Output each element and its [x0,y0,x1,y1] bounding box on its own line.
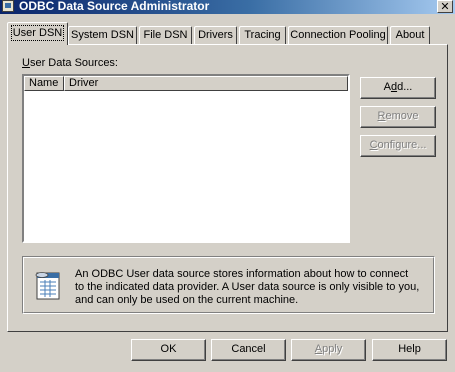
tab-label: About [395,29,425,41]
window-title: ODBC Data Source Administrator [19,0,210,13]
tab-strip: User DSN System DSN File DSN Drivers Tra… [6,22,446,46]
cancel-button[interactable]: Cancel [211,339,286,361]
tab-label: User DSN [10,25,65,41]
help-button[interactable]: Help [372,339,447,361]
user-data-sources-label: User Data Sources: [22,57,118,69]
list-header: Name Driver [24,76,348,91]
title-bar[interactable]: ODBC Data Source Administrator ✕ [0,0,455,14]
tab-label: Connection Pooling [290,29,386,41]
tab-user-dsn[interactable]: User DSN [7,22,68,45]
tab-drivers[interactable]: Drivers [194,26,237,44]
info-groupbox: An ODBC User data source stores informat… [22,256,435,314]
tab-about[interactable]: About [390,26,430,44]
tab-connection-pooling[interactable]: Connection Pooling [288,26,388,44]
column-header-driver[interactable]: Driver [64,76,348,91]
tab-label: Drivers [198,29,233,41]
apply-button[interactable]: Apply [291,339,366,361]
tab-label: File DSN [143,29,188,41]
remove-button[interactable]: Remove [360,106,436,128]
tab-tracing[interactable]: Tracing [239,26,286,44]
tab-label: System DSN [71,29,134,41]
tab-file-dsn[interactable]: File DSN [139,26,192,44]
tab-system-dsn[interactable]: System DSN [68,26,137,44]
ok-button[interactable]: OK [131,339,206,361]
close-icon[interactable]: ✕ [437,0,453,13]
configure-button[interactable]: Configure... [360,135,436,157]
data-source-icon [35,272,60,300]
app-icon [2,0,14,12]
dialog-window: ODBC Data Source Administrator ✕ User DS… [0,0,455,372]
tab-label: Tracing [244,29,281,41]
tab-panel-user-dsn: User Data Sources: Name Driver Add... Re… [7,44,448,332]
add-button[interactable]: Add... [360,77,436,99]
data-source-list[interactable]: Name Driver [22,74,350,243]
info-text: An ODBC User data source stores informat… [75,268,420,306]
column-header-name[interactable]: Name [24,76,64,91]
